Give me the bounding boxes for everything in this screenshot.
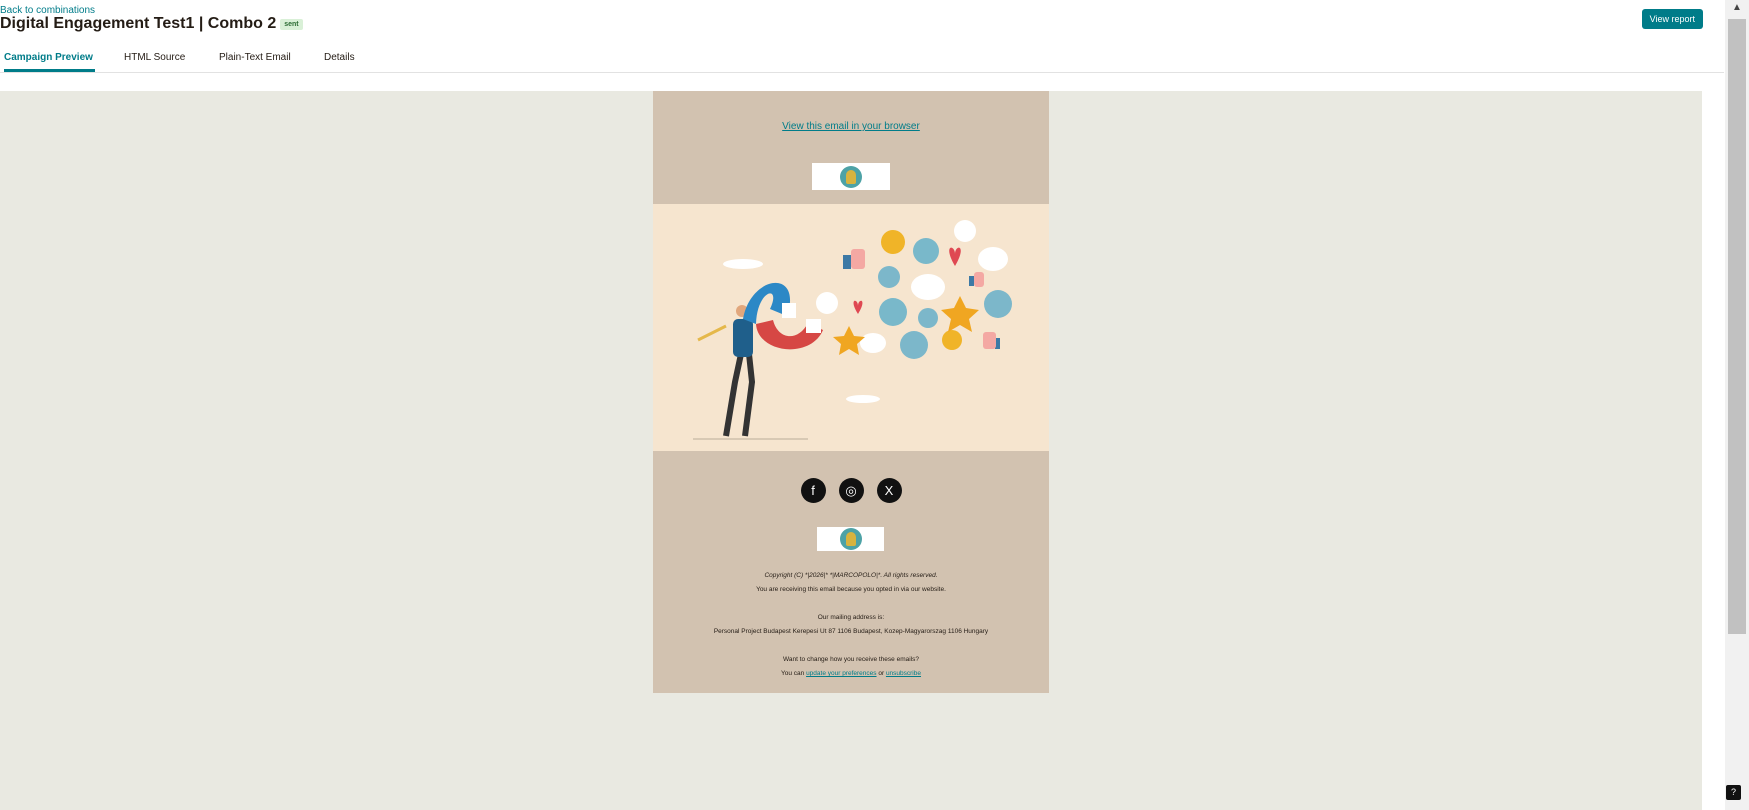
view-report-button[interactable]: View report [1641, 9, 1703, 29]
page-title: Digital Engagement Test1 | Combo 2 [0, 15, 277, 32]
update-preferences-link[interactable]: update your preferences [806, 670, 876, 677]
magnet-attracting-engagement-illustration [693, 220, 1012, 440]
scroll-up-icon[interactable]: ▲ [1730, 2, 1744, 13]
vertical-scrollbar[interactable]: ▲ [1725, 0, 1749, 810]
email-footer: Copyright (C) *|2026|* *|MARCOPOLO|*. Al… [653, 569, 1049, 681]
campaign-header: Back to combinations Digital Engagement … [0, 0, 1724, 45]
header-logo [812, 163, 890, 190]
view-in-browser-link[interactable]: View this email in your browser [653, 121, 1049, 132]
subscription-reason: You are receiving this email because you… [756, 586, 946, 593]
title-row: Digital Engagement Test1 | Combo 2 sent [0, 15, 303, 33]
social-icons: f ◎ X [653, 478, 1049, 503]
logo-icon [839, 528, 862, 550]
preference-links: You can update your preferences or unsub… [653, 667, 1049, 681]
or-text: or [878, 670, 885, 677]
help-button[interactable]: ? [1726, 785, 1741, 800]
tab-html-source[interactable]: HTML Source [124, 44, 185, 72]
mailing-address: Personal Project Budapest Kerepesi Ut 87… [713, 628, 989, 635]
facebook-icon[interactable]: f [800, 478, 826, 503]
status-badge: sent [280, 18, 303, 30]
logo-icon [840, 165, 862, 188]
instagram-icon[interactable]: ◎ [838, 478, 864, 503]
copyright-text: Copyright (C) *|2026|* *|MARCOPOLO|*. Al… [764, 572, 938, 579]
unsubscribe-link[interactable]: unsubscribe [886, 670, 921, 677]
tab-details[interactable]: Details [324, 44, 355, 72]
hero-image [653, 204, 1049, 451]
tab-campaign-preview[interactable]: Campaign Preview [4, 44, 95, 72]
tab-bar: Campaign Preview HTML Source Plain-Text … [0, 44, 1724, 73]
mailing-address-label: Our mailing address is: [817, 614, 885, 621]
campaign-preview-pane[interactable]: View this email in your browser f ◎ X Co… [0, 91, 1702, 810]
preference-prompt: Want to change how you receive these ema… [783, 656, 919, 663]
you-can-text: You can [780, 670, 805, 677]
email-preview: View this email in your browser f ◎ X Co… [653, 91, 1049, 693]
scrollbar-thumb[interactable] [1728, 19, 1746, 634]
footer-logo [817, 527, 884, 551]
x-icon[interactable]: X [876, 478, 902, 503]
tab-plain-text-email[interactable]: Plain-Text Email [219, 44, 291, 72]
